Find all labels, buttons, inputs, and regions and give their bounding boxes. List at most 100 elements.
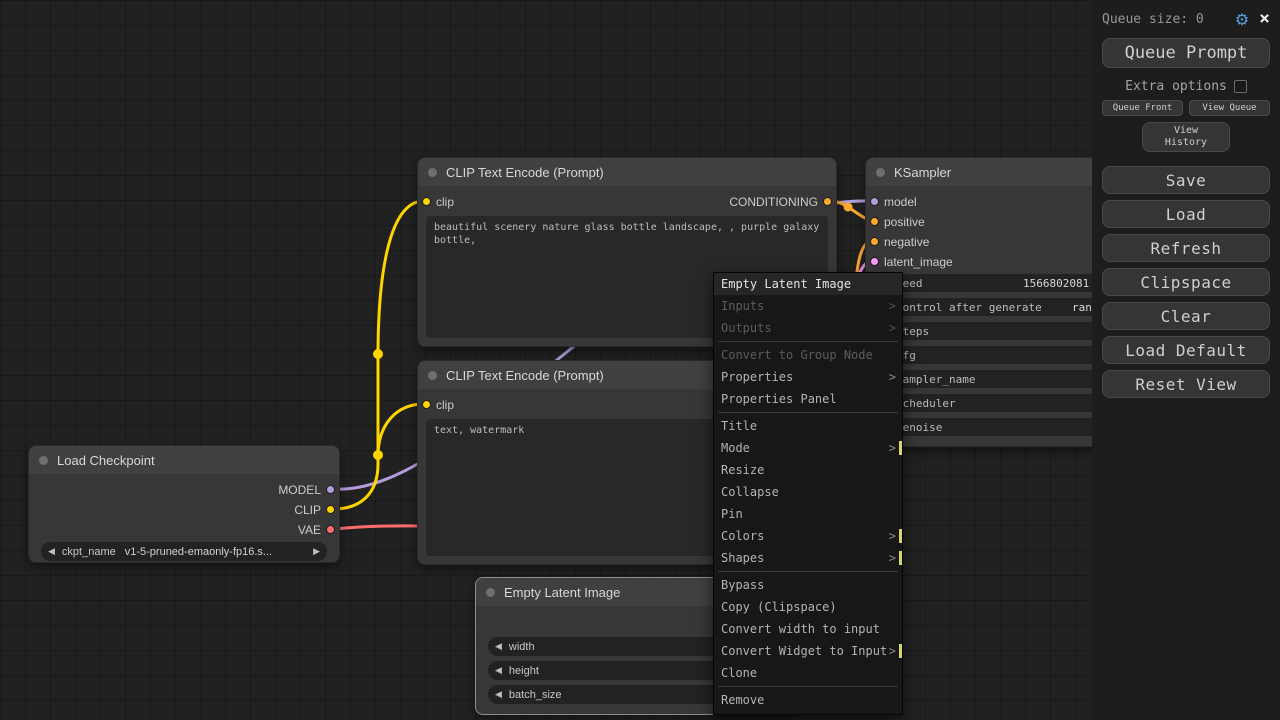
- link-dot[interactable]: [373, 450, 383, 460]
- menu-item-convert-to-group-node: Convert to Group Node: [714, 344, 902, 366]
- view-history-button[interactable]: View History: [1142, 122, 1230, 152]
- denoise-widget[interactable]: ◀ denoise ▶: [878, 418, 1115, 436]
- collapse-dot-icon[interactable]: [876, 168, 885, 177]
- menu-item-resize[interactable]: Resize: [714, 459, 902, 481]
- clipspace-button[interactable]: Clipspace: [1102, 268, 1270, 296]
- menu-item-properties[interactable]: Properties >: [714, 366, 902, 388]
- menu-item-clone[interactable]: Clone: [714, 662, 902, 684]
- output-clip[interactable]: CLIP: [199, 502, 339, 518]
- submenu-marker: [899, 441, 902, 455]
- input-positive[interactable]: positive: [866, 214, 976, 230]
- menu-item-pin[interactable]: Pin: [714, 503, 902, 525]
- next-arrow-icon[interactable]: ▶: [306, 547, 327, 557]
- node-title: KSampler: [894, 165, 951, 180]
- reset-view-button[interactable]: Reset View: [1102, 370, 1270, 398]
- collapse-dot-icon[interactable]: [428, 168, 437, 177]
- refresh-button[interactable]: Refresh: [1102, 234, 1270, 262]
- menu-item-collapse[interactable]: Collapse: [714, 481, 902, 503]
- latent-port-icon[interactable]: [870, 257, 879, 266]
- prev-arrow-icon[interactable]: ◀: [488, 642, 509, 652]
- input-model[interactable]: model: [866, 194, 976, 210]
- collapse-dot-icon[interactable]: [428, 371, 437, 380]
- model-port-icon[interactable]: [326, 485, 335, 494]
- menu-item-outputs: Outputs >: [714, 317, 902, 339]
- submenu-arrow-icon: >: [889, 547, 896, 569]
- prev-arrow-icon[interactable]: ◀: [488, 690, 509, 700]
- settings-gear-icon[interactable]: ⚙: [1235, 10, 1249, 29]
- save-button[interactable]: Save: [1102, 166, 1270, 194]
- conditioning-port-icon[interactable]: [823, 197, 832, 206]
- load-default-button[interactable]: Load Default: [1102, 336, 1270, 364]
- menu-item-colors[interactable]: Colors >: [714, 525, 902, 547]
- queue-size-label: Queue size: 0: [1102, 12, 1235, 27]
- node-load-checkpoint[interactable]: Load Checkpoint MODEL CLIP VAE ◀ ckpt_na…: [28, 445, 340, 563]
- node-ksampler[interactable]: KSampler model positive negative latent_…: [865, 157, 1126, 447]
- view-queue-button[interactable]: View Queue: [1189, 100, 1270, 116]
- submenu-arrow-icon: >: [889, 525, 896, 547]
- input-clip[interactable]: clip: [418, 194, 498, 210]
- close-icon[interactable]: ×: [1259, 10, 1270, 28]
- clear-button[interactable]: Clear: [1102, 302, 1270, 330]
- menu-item-remove[interactable]: Remove: [714, 689, 902, 711]
- queue-front-button[interactable]: Queue Front: [1102, 100, 1183, 116]
- submenu-arrow-icon: >: [889, 295, 896, 317]
- output-conditioning[interactable]: CONDITIONING: [676, 194, 836, 210]
- context-menu: Empty Latent Image Inputs > Outputs > Co…: [713, 272, 903, 715]
- collapse-dot-icon[interactable]: [39, 456, 48, 465]
- sampler-name-widget[interactable]: ◀ sampler_name ▶: [878, 370, 1115, 388]
- submenu-marker: [899, 551, 902, 565]
- clip-port-icon[interactable]: [422, 400, 431, 409]
- queue-prompt-button[interactable]: Queue Prompt: [1102, 38, 1270, 68]
- output-vae[interactable]: VAE: [199, 522, 339, 538]
- extra-options-label: Extra options: [1125, 79, 1227, 94]
- prev-arrow-icon[interactable]: ◀: [488, 666, 509, 676]
- menu-item-title[interactable]: Title: [714, 415, 902, 437]
- node-titlebar[interactable]: KSampler: [866, 158, 1125, 186]
- menu-item-bypass[interactable]: Bypass: [714, 574, 902, 596]
- clip-port-icon[interactable]: [326, 505, 335, 514]
- model-port-icon[interactable]: [870, 197, 879, 206]
- scheduler-widget[interactable]: ◀ scheduler ▶: [878, 394, 1115, 412]
- node-titlebar[interactable]: Load Checkpoint: [29, 446, 339, 474]
- prev-arrow-icon[interactable]: ◀: [41, 547, 62, 557]
- submenu-arrow-icon: >: [889, 366, 896, 388]
- steps-widget[interactable]: ◀ steps ▶: [878, 322, 1115, 340]
- vae-port-icon[interactable]: [326, 525, 335, 534]
- submenu-arrow-icon: >: [889, 317, 896, 339]
- node-title: Empty Latent Image: [504, 585, 620, 600]
- node-titlebar[interactable]: CLIP Text Encode (Prompt): [418, 158, 836, 186]
- clip-port-icon[interactable]: [422, 197, 431, 206]
- seed-widget[interactable]: ◀ seed 1566802081 ▶: [878, 274, 1115, 292]
- menu-item-copy-clipspace[interactable]: Copy (Clipspace): [714, 596, 902, 618]
- input-clip[interactable]: clip: [418, 397, 498, 413]
- menu-separator: [718, 341, 898, 342]
- node-title: CLIP Text Encode (Prompt): [446, 165, 604, 180]
- control-after-generate-widget[interactable]: ◀ control after generate randomize ▶: [878, 298, 1115, 316]
- node-title: Load Checkpoint: [57, 453, 155, 468]
- submenu-marker: [899, 529, 902, 543]
- submenu-arrow-icon: >: [889, 437, 896, 459]
- menu-item-shapes[interactable]: Shapes >: [714, 547, 902, 569]
- graph-canvas[interactable]: Load Checkpoint MODEL CLIP VAE ◀ ckpt_na…: [0, 0, 1280, 720]
- input-negative[interactable]: negative: [866, 234, 976, 250]
- menu-item-properties-panel[interactable]: Properties Panel: [714, 388, 902, 410]
- menu-item-inputs: Inputs >: [714, 295, 902, 317]
- menu-separator: [718, 412, 898, 413]
- submenu-arrow-icon: >: [889, 640, 896, 662]
- conditioning-port-icon[interactable]: [870, 217, 879, 226]
- extra-options-checkbox[interactable]: [1234, 80, 1247, 93]
- cfg-widget[interactable]: ◀ cfg ▶: [878, 346, 1115, 364]
- load-button[interactable]: Load: [1102, 200, 1270, 228]
- menu-item-convert-width-to-input[interactable]: Convert width to input: [714, 618, 902, 640]
- conditioning-port-icon[interactable]: [870, 237, 879, 246]
- input-latent-image[interactable]: latent_image: [866, 254, 976, 270]
- menu-separator: [718, 686, 898, 687]
- ckpt-name-widget[interactable]: ◀ ckpt_name v1-5-pruned-emaonly-fp16.s..…: [41, 542, 327, 561]
- output-model[interactable]: MODEL: [199, 482, 339, 498]
- link-dot[interactable]: [844, 203, 853, 212]
- menu-item-mode[interactable]: Mode >: [714, 437, 902, 459]
- link-dot[interactable]: [373, 349, 383, 359]
- collapse-dot-icon[interactable]: [486, 588, 495, 597]
- menu-separator: [718, 571, 898, 572]
- menu-item-convert-widget-to-input[interactable]: Convert Widget to Input >: [714, 640, 902, 662]
